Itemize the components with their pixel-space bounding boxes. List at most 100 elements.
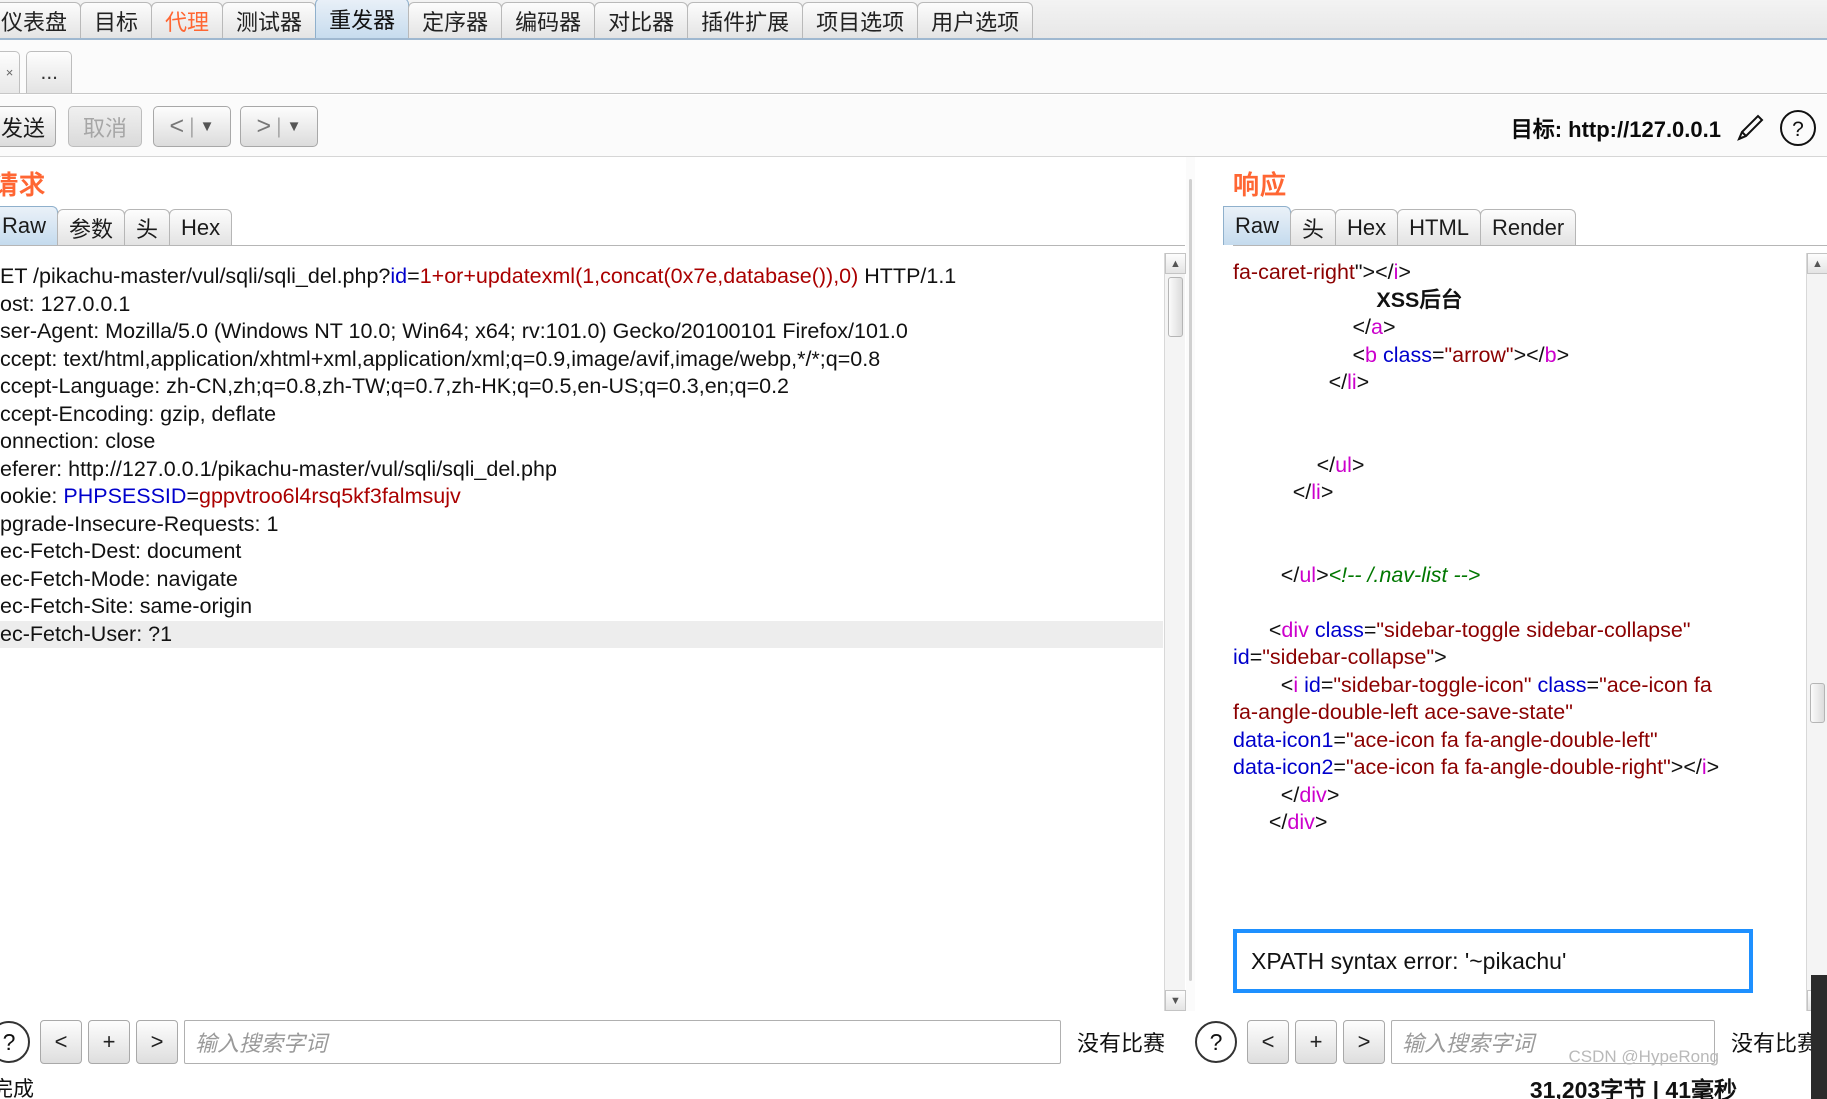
- request-subtab-bar: Raw 参数头 Hex: [0, 206, 1185, 246]
- request-search-bar: ? < + > 输入搜索字词 没有比赛: [0, 1011, 1173, 1073]
- question-icon[interactable]: ?: [0, 1021, 30, 1063]
- request-subtab-0[interactable]: Raw: [0, 206, 58, 245]
- search-next-button[interactable]: >: [136, 1020, 178, 1064]
- code-segment: </: [1233, 370, 1347, 394]
- response-line: data-icon1="ace-icon fa fa-angle-double-…: [1233, 727, 1811, 755]
- scrollbar-thumb[interactable]: [1168, 277, 1183, 337]
- code-segment: id: [1304, 673, 1321, 697]
- code-segment: </: [1233, 315, 1371, 339]
- question-icon[interactable]: ?: [1195, 1021, 1237, 1063]
- response-scrollbar[interactable]: ▲ ▼: [1806, 253, 1827, 1011]
- search-add-button[interactable]: +: [88, 1020, 130, 1064]
- code-segment: >: [1327, 783, 1340, 807]
- response-line: XSS后台: [1233, 287, 1811, 315]
- response-line: </li>: [1233, 479, 1811, 507]
- code-segment: >: [1707, 755, 1720, 779]
- response-line: fa-caret-right"></i>: [1233, 259, 1811, 287]
- main-tab-10[interactable]: 用户选项: [917, 2, 1033, 38]
- code-segment: =: [407, 264, 420, 288]
- code-segment: >: [1357, 370, 1370, 394]
- code-segment: ser-Agent: Mozilla/5.0 (Windows NT 10.0;…: [0, 319, 908, 343]
- main-tab-label: 重发器: [329, 3, 395, 35]
- code-segment: HTTP/1.1: [858, 264, 956, 288]
- search-add-button[interactable]: +: [1295, 1020, 1337, 1064]
- response-subtab-1[interactable]: 头: [1290, 209, 1336, 245]
- response-subtab-0[interactable]: Raw: [1223, 206, 1291, 245]
- response-line: [1233, 507, 1811, 535]
- request-subtab-1[interactable]: 参数: [57, 209, 125, 245]
- chevron-left-icon: <: [170, 112, 185, 141]
- code-segment: ccept-Language: zh-CN,zh;q=0.8,zh-TW;q=0…: [0, 374, 789, 398]
- request-scrollbar[interactable]: ▲ ▼: [1164, 253, 1185, 1011]
- search-prev-button[interactable]: <: [1247, 1020, 1289, 1064]
- request-editor[interactable]: ET /pikachu-master/vul/sqli/sqli_del.php…: [0, 257, 1163, 1011]
- target-label: 目标: http://127.0.0.1: [1511, 112, 1721, 144]
- code-segment: <: [1233, 618, 1281, 642]
- scrollbar-thumb[interactable]: [1810, 683, 1825, 723]
- request-line: ccept-Language: zh-CN,zh;q=0.8,zh-TW;q=0…: [0, 373, 1163, 401]
- code-segment: pgrade-Insecure-Requests: 1: [0, 512, 278, 536]
- response-subtab-4[interactable]: Render: [1480, 209, 1576, 245]
- search-prev-button[interactable]: <: [40, 1020, 82, 1064]
- scroll-up-icon[interactable]: ▲: [1165, 253, 1186, 274]
- scroll-up-icon[interactable]: ▲: [1807, 253, 1827, 274]
- cancel-button: 取消: [68, 106, 142, 147]
- repeater-session-tab-bar: 1 × ...: [0, 40, 1827, 94]
- code-segment: data-icon2: [1233, 755, 1333, 779]
- code-segment: </: [1233, 563, 1299, 587]
- pencil-icon[interactable]: [1731, 109, 1769, 147]
- main-tab-9[interactable]: 项目选项: [802, 2, 918, 38]
- code-segment: "></: [1355, 260, 1394, 284]
- main-tab-7[interactable]: 对比器: [594, 2, 688, 38]
- response-panel-title: 响应: [1233, 157, 1827, 206]
- panel-splitter[interactable]: [1186, 157, 1195, 1011]
- main-tab-0[interactable]: 仪表盘: [0, 2, 81, 38]
- code-segment: id: [390, 264, 407, 288]
- response-line: [1233, 397, 1811, 425]
- response-line: </a>: [1233, 314, 1811, 342]
- next-request-button[interactable]: > | ▼: [240, 106, 318, 147]
- code-segment: >: [1352, 453, 1365, 477]
- code-segment: b: [1365, 343, 1377, 367]
- response-search-bar: ? < + > 输入搜索字词 没有比赛: [1195, 1011, 1827, 1073]
- close-icon[interactable]: ×: [6, 65, 14, 80]
- session-tab-1[interactable]: 1 ×: [0, 51, 20, 93]
- code-segment: =: [1321, 673, 1334, 697]
- code-segment: "ace-icon fa fa-angle-double-left": [1346, 728, 1658, 752]
- scroll-down-icon[interactable]: ▼: [1165, 990, 1186, 1011]
- code-segment: XSS: [1233, 288, 1419, 312]
- code-segment: ul: [1299, 563, 1316, 587]
- request-subtab-3[interactable]: Hex: [169, 209, 232, 245]
- main-tab-6[interactable]: 编码器: [501, 2, 595, 38]
- previous-request-button[interactable]: < | ▼: [153, 106, 231, 147]
- main-tab-label: 仪表盘: [1, 5, 67, 37]
- main-tab-1[interactable]: 目标: [80, 2, 152, 38]
- request-panel-title: 请求: [0, 157, 1185, 206]
- main-tab-2[interactable]: 代理: [151, 2, 223, 38]
- main-tab-5[interactable]: 定序器: [408, 2, 502, 38]
- main-tab-8[interactable]: 插件扩展: [687, 2, 803, 38]
- request-line: ookie: PHPSESSID=gppvtroo6l4rsq5kf3falms…: [0, 483, 1163, 511]
- request-subtab-2[interactable]: 头: [124, 209, 170, 245]
- status-left-text: 完成: [0, 1073, 34, 1099]
- response-viewer[interactable]: fa-caret-right"></i> XSS后台 </a> <b class…: [1233, 253, 1811, 1011]
- code-segment: </: [1233, 453, 1335, 477]
- main-tab-3[interactable]: 测试器: [222, 2, 316, 38]
- subtab-label: 头: [136, 212, 158, 244]
- chevron-down-icon[interactable]: ▼: [287, 118, 302, 135]
- chevron-down-icon[interactable]: ▼: [200, 118, 215, 135]
- code-segment: "arrow": [1445, 343, 1514, 367]
- response-subtab-3[interactable]: HTML: [1397, 209, 1481, 245]
- add-session-tab-button[interactable]: ...: [26, 51, 72, 93]
- code-segment: ccept: text/html,application/xhtml+xml,a…: [0, 347, 880, 371]
- main-tab-bar: 仪表盘目标代理测试器重发器定序器编码器对比器插件扩展项目选项用户选项: [0, 0, 1827, 40]
- request-line: ccept: text/html,application/xhtml+xml,a…: [0, 346, 1163, 374]
- search-input[interactable]: 输入搜索字词: [184, 1020, 1061, 1064]
- search-next-button[interactable]: >: [1343, 1020, 1385, 1064]
- code-segment: =: [1587, 673, 1600, 697]
- main-tab-4[interactable]: 重发器: [315, 0, 409, 38]
- send-button[interactable]: 发送: [0, 106, 56, 147]
- response-subtab-2[interactable]: Hex: [1335, 209, 1398, 245]
- subtab-label: 参数: [69, 212, 113, 244]
- question-icon[interactable]: ?: [1779, 109, 1817, 147]
